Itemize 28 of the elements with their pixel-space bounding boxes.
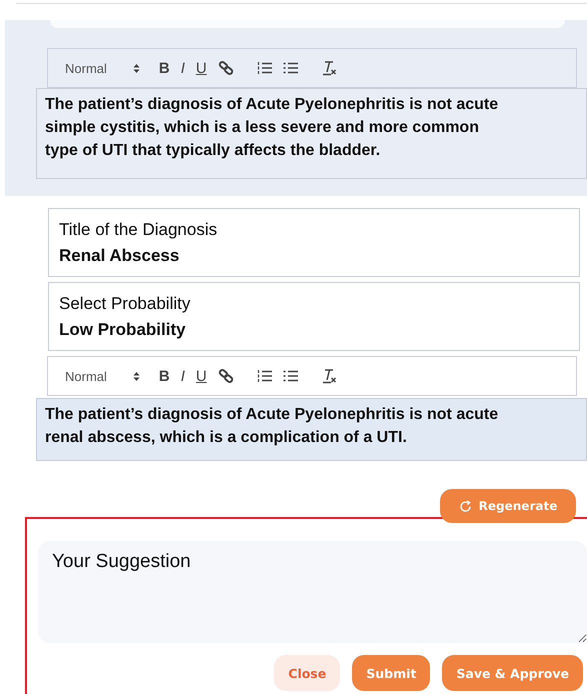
updown-arrows-icon	[132, 370, 140, 382]
format-select[interactable]: Normal	[65, 368, 140, 384]
field-value: Low Probability	[59, 318, 187, 340]
clear-format-icon[interactable]	[320, 368, 337, 384]
field-label: Title of the Diagnosis	[59, 218, 218, 240]
field-label: Select Probability	[59, 292, 192, 314]
format-select[interactable]: Normal	[65, 60, 140, 76]
suggestion-field[interactable]: Your Suggestion	[38, 541, 587, 643]
bullet-list-icon[interactable]	[282, 61, 298, 75]
refresh-icon	[458, 500, 472, 512]
editor-text[interactable]: The patient’s diagnosis of Acute Pyelonephritis is not acute renal abscess, which is a complication of a UTI.	[36, 398, 587, 461]
field-value: Renal Abscess	[59, 244, 180, 266]
diagnosis-title-field[interactable]: Title of the Diagnosis Renal Abscess	[48, 208, 580, 277]
underline-button[interactable]: U	[196, 60, 207, 76]
italic-button[interactable]: I	[180, 368, 185, 384]
italic-button[interactable]: I	[180, 60, 185, 76]
numbered-list-icon[interactable]	[256, 369, 272, 383]
bold-button[interactable]: B	[158, 60, 170, 76]
numbered-list-icon[interactable]	[256, 61, 272, 75]
updown-arrows-icon	[132, 62, 140, 74]
bullet-list-icon[interactable]	[282, 369, 298, 383]
link-icon[interactable]	[218, 60, 234, 76]
clear-format-icon[interactable]	[320, 60, 337, 76]
link-icon[interactable]	[218, 368, 234, 384]
bold-button[interactable]: B	[158, 368, 170, 384]
probability-field[interactable]: Select Probability Low Probability	[48, 282, 580, 351]
underline-button[interactable]: U	[196, 368, 207, 384]
editor-text[interactable]: The patient’s diagnosis of Acute Pyelonephritis is not acute simple cystitis, which is a less severe and more common type of UTI that typically affects the bladder.	[36, 88, 587, 179]
